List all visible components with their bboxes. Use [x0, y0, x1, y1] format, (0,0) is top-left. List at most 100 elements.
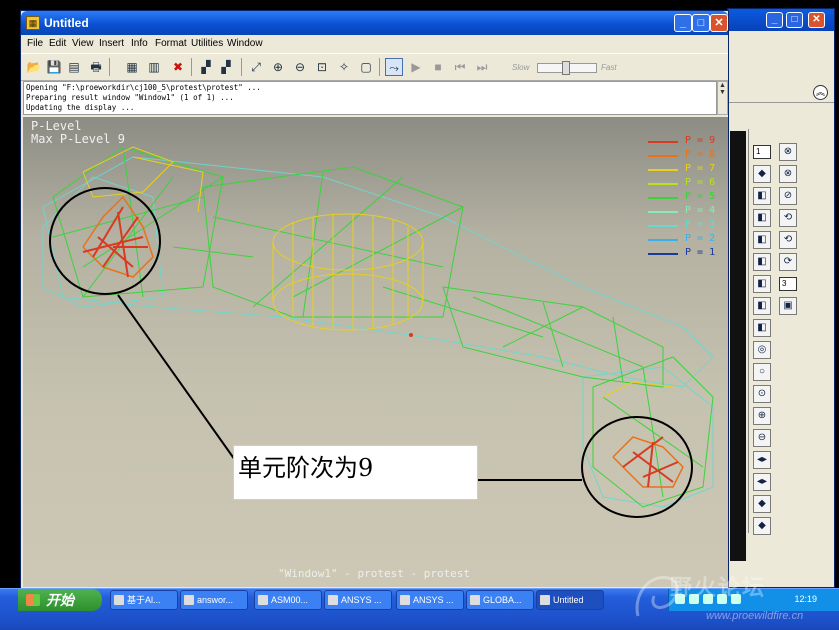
pan-vertical-icon[interactable]: ◆: [753, 495, 771, 513]
step-forward-icon[interactable]: ⏭: [473, 58, 491, 76]
rotate-z-icon[interactable]: ⊘: [779, 187, 797, 205]
taskbar-item-label: ASM00...: [271, 595, 309, 605]
legend-row: P = 7: [648, 163, 728, 175]
zoom-fit-icon[interactable]: ◎: [753, 341, 771, 359]
watermark-text: 野火论坛: [670, 575, 767, 600]
legend-row: P = 1: [648, 247, 728, 259]
spin-z-icon[interactable]: ⟳: [779, 253, 797, 271]
menu-format[interactable]: Format: [155, 38, 187, 49]
taskbar-item-label: ANSYS ...: [341, 595, 382, 605]
legend-swatch: [648, 141, 678, 143]
menu-window[interactable]: Window: [227, 38, 263, 49]
stop-icon[interactable]: ■: [429, 58, 447, 76]
toolbar-separator: [191, 58, 192, 76]
open-icon[interactable]: 📂: [25, 58, 43, 76]
print-icon[interactable]: 🖶: [87, 58, 105, 76]
zoom-in-toolbar-icon[interactable]: ⊕: [269, 58, 287, 76]
cube-right-icon[interactable]: ◧: [753, 231, 771, 249]
zoom-icon[interactable]: ○: [753, 363, 771, 381]
viewport-footer: "Window1" - protest - protest: [278, 567, 471, 580]
refit-icon[interactable]: ⤢: [247, 58, 265, 76]
start-label: 开始: [46, 592, 74, 608]
datum-display-icon[interactable]: ▢: [357, 58, 375, 76]
side-tool-panel: 1 ⊗ ◆ ⊗ ◧ ⊘ ◧ ⟲ ◧ ⟲ ◧ ⟳ ◧ 3 ◧ ▣ ◧ ◎ ○ ⊙ …: [748, 129, 800, 535]
taskbar-item[interactable]: ANSYS ...: [396, 590, 464, 610]
legend-swatch: [648, 197, 678, 199]
rotate-y-icon[interactable]: ⊗: [779, 165, 797, 183]
legend-label: P = 6: [685, 177, 716, 188]
cube-left-icon[interactable]: ◧: [753, 253, 771, 271]
taskbar-item[interactable]: ASM00...: [254, 590, 322, 610]
pan-down-icon[interactable]: ◆: [753, 517, 771, 535]
app-icon: ▦: [26, 16, 40, 30]
fast-label: Fast: [601, 63, 617, 72]
cube-back-icon[interactable]: ◧: [753, 275, 771, 293]
menu-view[interactable]: View: [72, 38, 94, 49]
titlebar[interactable]: ▦ Untitled _ □ ✕: [21, 11, 728, 35]
bg-minimize-button[interactable]: _: [766, 12, 783, 28]
result-viewport[interactable]: P-Level Max P-Level 9 P = 9 P = 8 P = 7 …: [23, 117, 728, 587]
step-back-icon[interactable]: ⏮: [451, 58, 469, 76]
menu-utilities[interactable]: Utilities: [191, 38, 223, 49]
maximize-button[interactable]: □: [692, 14, 710, 32]
paste-icon[interactable]: ▥: [145, 58, 163, 76]
close-button[interactable]: ✕: [710, 14, 728, 32]
start-button[interactable]: 开始: [18, 589, 102, 611]
zoom-in-icon[interactable]: ⊕: [753, 407, 771, 425]
spin-center-icon[interactable]: ✧: [335, 58, 353, 76]
taskbar-item[interactable]: 基于Al...: [110, 590, 178, 610]
menu-insert[interactable]: Insert: [99, 38, 124, 49]
plot-title: P-Level Max P-Level 9: [31, 120, 125, 146]
toolbar-separator: [109, 58, 110, 76]
slow-label: Slow: [512, 63, 530, 72]
legend-row: P = 9: [648, 135, 728, 147]
plot-title-line2: Max P-Level 9: [31, 132, 125, 146]
spin-y-icon[interactable]: ⟲: [779, 231, 797, 249]
speed-slider[interactable]: [537, 61, 597, 75]
message-scrollbar[interactable]: ▲ ▼: [717, 81, 728, 115]
animation-icon[interactable]: ⤳: [385, 58, 403, 76]
side-select-1[interactable]: 1: [753, 145, 771, 159]
copy-icon[interactable]: ▦: [123, 58, 141, 76]
taskbar-item[interactable]: ANSYS ...: [324, 590, 392, 610]
multi-view-icon[interactable]: ▣: [779, 297, 797, 315]
zoom-out-icon[interactable]: ⊖: [753, 429, 771, 447]
cube-view-icon[interactable]: ◆: [753, 165, 771, 183]
delete-icon[interactable]: ✖: [169, 58, 187, 76]
menu-info[interactable]: Info: [131, 38, 148, 49]
plot-options-icon[interactable]: ▞: [217, 58, 235, 76]
taskbar-item[interactable]: GLOBA...: [466, 590, 534, 610]
pan-horizontal-icon[interactable]: ◂▸: [753, 451, 771, 469]
cube-bottom-icon[interactable]: ◧: [753, 297, 771, 315]
menu-edit[interactable]: Edit: [49, 38, 66, 49]
play-icon[interactable]: ▶: [407, 58, 425, 76]
menu-file[interactable]: File: [27, 38, 43, 49]
cube-front-icon[interactable]: ◧: [753, 187, 771, 205]
spin-x-icon[interactable]: ⟲: [779, 209, 797, 227]
menubar: File Edit View Insert Info Format Utilit…: [21, 35, 728, 53]
cube-top-icon[interactable]: ◧: [753, 209, 771, 227]
taskbar-item[interactable]: answor...: [180, 590, 248, 610]
zoom-window-icon[interactable]: ⊙: [753, 385, 771, 403]
pan-right-icon[interactable]: ◂▸: [753, 473, 771, 491]
document-icon: [470, 595, 480, 605]
legend-swatch: [648, 211, 678, 213]
legend-row: P = 4: [648, 205, 728, 217]
save-icon[interactable]: 💾: [45, 58, 63, 76]
save-as-icon[interactable]: ▤: [65, 58, 83, 76]
zoom-out-toolbar-icon[interactable]: ⊖: [291, 58, 309, 76]
taskbar-item-active[interactable]: Untitled: [536, 590, 604, 610]
slider-thumb[interactable]: [562, 61, 570, 75]
background-window: _ □ ✕ ︽ 1 ⊗ ◆ ⊗ ◧ ⊘ ◧ ⟲ ◧ ⟲ ◧ ⟳ ◧ 3 ◧ ▣ …: [727, 8, 835, 588]
minimize-button[interactable]: _: [674, 14, 692, 32]
side-select-2[interactable]: 3: [779, 277, 797, 291]
zoom-box-icon[interactable]: ⊡: [313, 58, 331, 76]
app-icon: [540, 595, 550, 605]
bg-close-button[interactable]: ✕: [808, 12, 825, 28]
window-title: Untitled: [44, 16, 89, 30]
bg-maximize-button[interactable]: □: [786, 12, 803, 28]
edit-plot-icon[interactable]: ▞: [197, 58, 215, 76]
cube-iso-icon[interactable]: ◧: [753, 319, 771, 337]
collapse-icon[interactable]: ︽: [813, 85, 828, 100]
rotate-x-icon[interactable]: ⊗: [779, 143, 797, 161]
